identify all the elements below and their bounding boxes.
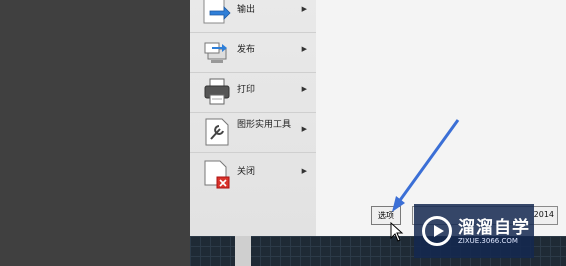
menu-item-label: 关闭 [237,167,256,177]
recent-documents-panel [316,0,566,236]
canvas-scrollbar[interactable] [235,236,251,266]
menu-item-close[interactable]: 关闭 ▶ [190,150,316,198]
menu-item-label: 发布 [237,45,256,55]
export-icon [202,0,232,27]
submenu-arrow-icon: ▶ [301,167,307,175]
drawing-utilities-icon [202,115,232,147]
submenu-arrow-icon: ▶ [301,45,307,53]
menu-item-label: 图形实用工具 [237,120,292,130]
drawing-area-left [0,0,190,266]
close-drawing-icon [202,157,232,189]
menu-item-label: 打印 [237,85,256,95]
mouse-cursor-icon [390,222,404,242]
menu-item-drawing-utilities[interactable]: 图形实用工具 ▶ [190,108,316,156]
submenu-arrow-icon: ▶ [301,125,307,133]
menu-item-label: 输出 [237,5,256,15]
printer-icon [202,75,232,107]
play-logo-icon [422,216,452,246]
watermark-url: ZIXUE.3066.COM [458,237,518,245]
application-menu-panel: 输出 ▶ 发布 ▶ 打印 ▶ 图形实用工具 ▶ 关闭 ▶ [190,0,317,236]
watermark-overlay: 溜溜自学 ZIXUE.3066.COM [414,204,534,258]
publish-icon [202,35,232,67]
watermark-title: 溜溜自学 [458,218,530,238]
exit-button-label: 2014 [533,210,554,219]
submenu-arrow-icon: ▶ [301,5,307,13]
submenu-arrow-icon: ▶ [301,85,307,93]
